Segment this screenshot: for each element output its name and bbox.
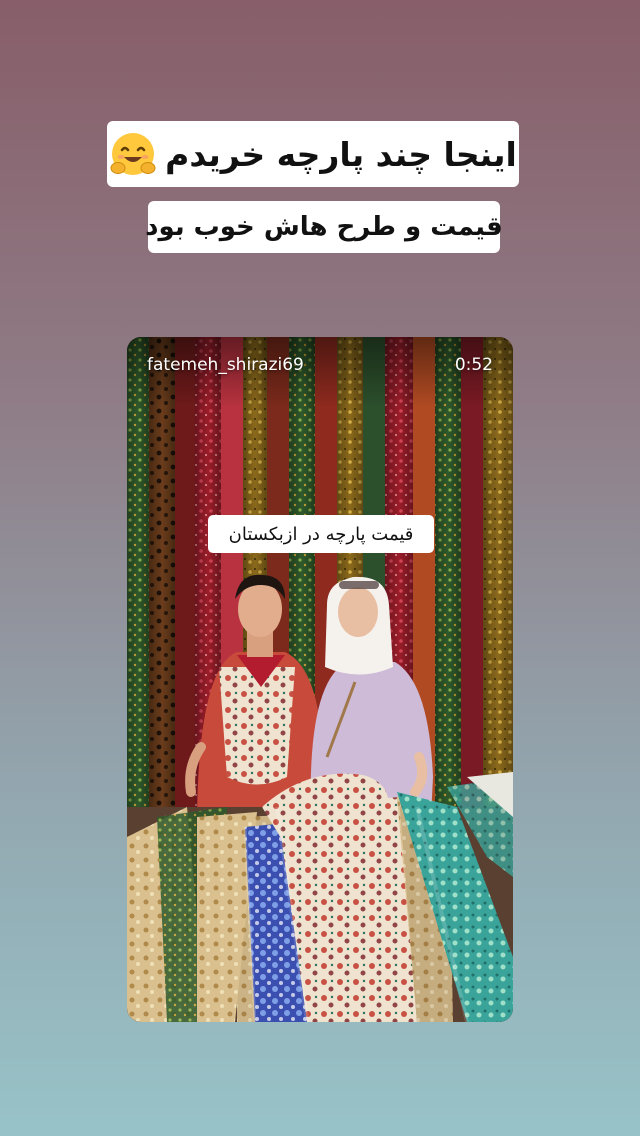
story-caption-line-1: اینجا چند پارچه خریدم [107,121,519,187]
reel-overlay-text: قیمت پارچه در ازبکستان [228,523,414,545]
caption-line-2-text: قیمت و طرح هاش خوب بود [145,212,503,242]
reel-duration: 0:52 [454,355,493,375]
shared-reel-card[interactable]: fatemeh_shirazi69 0:52 قیمت پارچه در ازب… [127,337,513,1022]
story-caption-line-2: قیمت و طرح هاش خوب بود [145,201,503,253]
reel-text-overlay: قیمت پارچه در ازبکستان [208,515,434,553]
fabric-shop-photo [127,337,513,1022]
hugging-face-emoji-icon [109,130,157,178]
caption-line-1-text: اینجا چند پارچه خریدم [165,134,517,174]
reel-username[interactable]: fatemeh_shirazi69 [147,355,304,375]
fabric-rolls-table [127,772,513,1022]
